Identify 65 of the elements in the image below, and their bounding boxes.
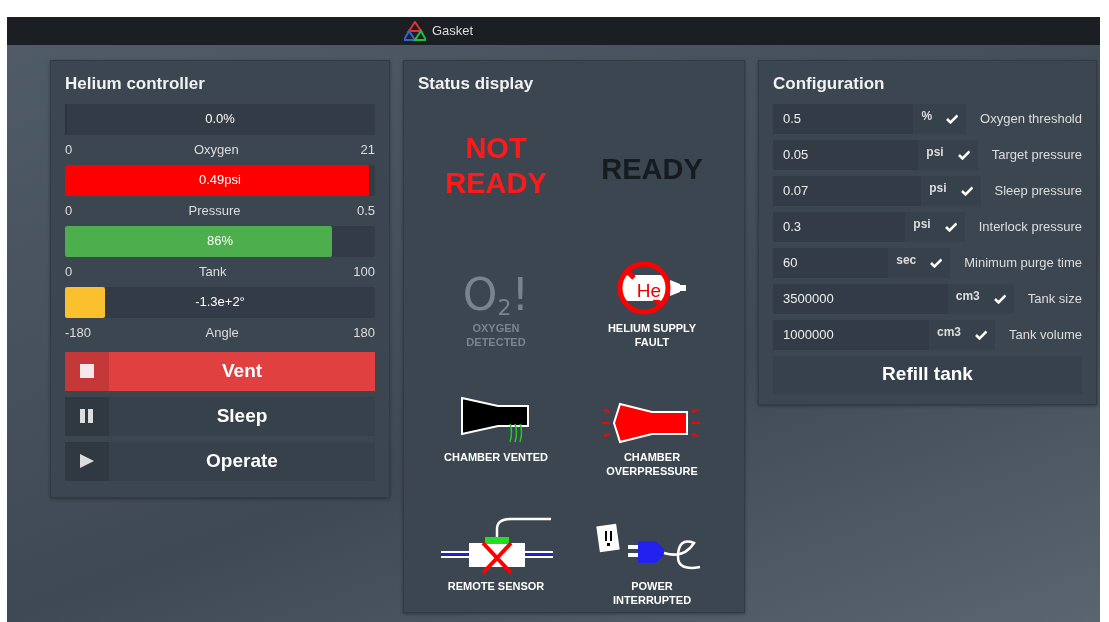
value-field[interactable]: 0.05 <box>773 139 919 170</box>
checkmark-icon <box>975 329 987 340</box>
unit-label: cm3 <box>955 287 980 305</box>
logo-icon <box>403 21 426 41</box>
unit-label: psi <box>926 143 944 161</box>
status-label: CHAMBER OVERPRESSURE <box>605 449 699 479</box>
checkmark-icon <box>946 113 959 124</box>
meter-label: Angle <box>205 323 239 342</box>
meter-label: Tank <box>199 262 227 281</box>
panel-title: Status display <box>418 73 535 95</box>
status-label: OXYGEN DETECTED <box>465 320 527 350</box>
checkmark-icon <box>957 149 970 160</box>
value-field[interactable]: 1000000 <box>773 319 929 350</box>
scale-min: 0 <box>65 201 73 220</box>
value-field[interactable]: 0.5 <box>773 103 914 134</box>
refill-button[interactable]: Refill tank <box>773 355 1082 394</box>
status-label: CHAMBER VENTED <box>444 449 548 464</box>
stop-icon <box>78 362 96 380</box>
value-field[interactable]: 0.07 <box>773 175 922 206</box>
pause-icon <box>78 407 96 425</box>
play-icon <box>78 452 96 470</box>
mode-button[interactable]: Operate <box>65 441 375 481</box>
checkmark-icon <box>944 221 957 232</box>
unit-label: psi <box>929 179 947 197</box>
checkmark-icon <box>960 185 973 196</box>
setting-label: Oxygen threshold <box>979 109 1082 128</box>
meter-reading: 86% <box>207 232 233 251</box>
scale-max: 0.5 <box>356 201 375 220</box>
checkmark-icon <box>930 257 943 268</box>
app-title: Gasket <box>431 22 474 41</box>
unit-label: cm3 <box>937 323 961 341</box>
meter-label: Oxygen <box>193 140 239 159</box>
setting-label: Tank size <box>1026 289 1082 308</box>
oxygen-symbol: O$_{2}$! <box>462 272 530 317</box>
meter-reading: -1.3e+2° <box>195 293 245 312</box>
setting-label: Sleep pressure <box>993 181 1082 200</box>
overpressure-chamber-icon <box>602 401 702 446</box>
scale-max: 21 <box>360 140 375 159</box>
unit-label: sec <box>896 251 917 269</box>
setting-label: Tank volume <box>1008 325 1082 344</box>
mode-button[interactable]: Vent <box>65 351 375 391</box>
panel-title: Helium controller <box>65 73 206 95</box>
panel-title: Configuration <box>773 73 886 95</box>
value-field[interactable]: 60 <box>773 247 889 278</box>
scale-min: -180 <box>65 323 92 342</box>
scale-min: 0 <box>65 262 73 281</box>
value-field[interactable]: 3500000 <box>773 283 948 314</box>
setting-label: Minimum purge time <box>963 253 1082 272</box>
setting-label: Interlock pressure <box>977 217 1082 236</box>
unit-label: psi <box>913 215 931 233</box>
scale-min: 0 <box>65 140 73 159</box>
status-label: REMOTE SENSOR <box>447 578 545 593</box>
status-text: NOT READY <box>444 131 548 201</box>
status-label: POWER INTERRUPTED <box>611 578 693 608</box>
scale-max: 180 <box>353 323 375 342</box>
setting-label: Target pressure <box>990 145 1082 164</box>
value-field[interactable]: 0.3 <box>773 211 906 242</box>
meter-reading: 0.49psi <box>199 171 241 190</box>
unit-label: % <box>921 107 933 125</box>
checkmark-icon <box>993 293 1006 304</box>
meter-label: Pressure <box>188 201 241 220</box>
mode-button[interactable]: Sleep <box>65 396 375 436</box>
scale-max: 100 <box>353 262 375 281</box>
meter-reading: 0.0% <box>205 110 235 129</box>
status-label: HELIUM SUPPLY FAULT <box>606 320 698 350</box>
